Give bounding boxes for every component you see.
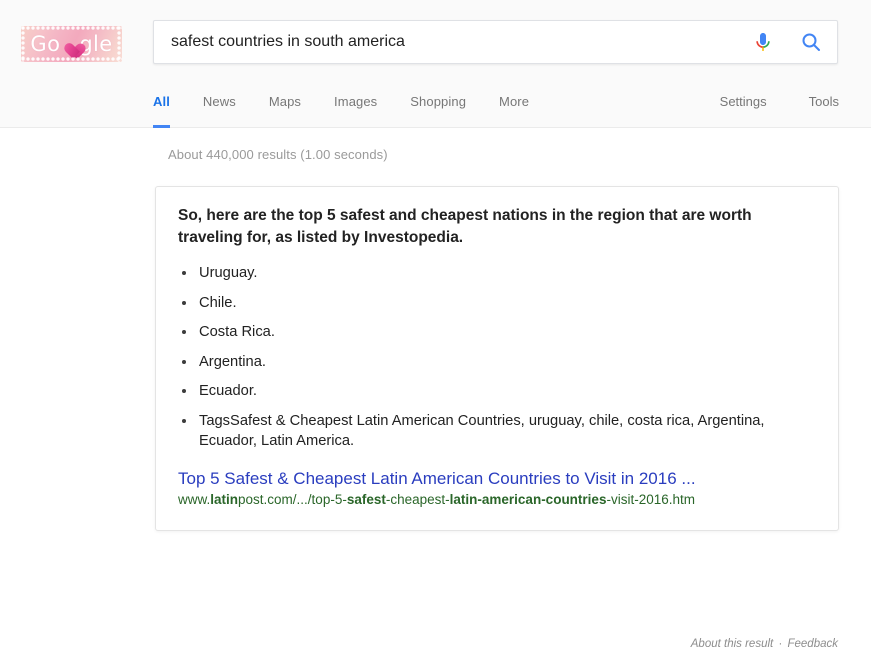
- tab-images[interactable]: Images: [334, 86, 377, 120]
- url-keyword: latin: [210, 492, 239, 508]
- tab-more-label: More: [499, 94, 530, 109]
- snippet-heading: So, here are the top 5 safest and cheape…: [178, 207, 752, 246]
- search-header: Go gle All: [0, 0, 871, 128]
- tab-maps-label: Maps: [268, 94, 302, 109]
- search-icon[interactable]: [799, 30, 823, 54]
- search-tabs: All News Maps Images Shopping More: [153, 86, 562, 128]
- list-item: Uruguay.: [178, 263, 799, 284]
- tab-images-label: Images: [334, 94, 378, 109]
- tab-maps[interactable]: Maps: [269, 86, 301, 120]
- url-segment: -cheapest-: [385, 492, 450, 508]
- result-title-link[interactable]: Top 5 Safest & Cheapest Latin American C…: [178, 468, 816, 490]
- feedback-link[interactable]: Feedback: [787, 638, 838, 650]
- settings-link[interactable]: Settings: [720, 86, 767, 109]
- search-input[interactable]: [154, 21, 751, 63]
- microphone-icon[interactable]: [751, 30, 775, 54]
- google-doodle-logo[interactable]: Go gle: [21, 26, 122, 62]
- url-segment: -visit-2016.htm: [606, 492, 695, 508]
- tab-shopping-label: Shopping: [410, 94, 467, 109]
- tab-news-label: News: [202, 94, 236, 109]
- heart-icon: [60, 36, 79, 54]
- tab-shopping[interactable]: Shopping: [410, 86, 466, 120]
- url-segment: post.com/.../top-5-: [238, 492, 347, 508]
- result-stats: About 440,000 results (1.00 seconds): [168, 147, 388, 162]
- url-keyword: latin-american-countries: [449, 492, 607, 508]
- list-item: Ecuador.: [178, 381, 799, 402]
- tab-more[interactable]: More: [499, 86, 529, 120]
- tab-news[interactable]: News: [203, 86, 236, 120]
- tab-all-label: All: [153, 94, 170, 109]
- doodle-letters-after: gle: [79, 31, 113, 56]
- result-footer: About this result · Feedback: [691, 638, 838, 650]
- url-segment: www.: [178, 492, 211, 508]
- search-box-icons: [751, 30, 837, 54]
- tools-link[interactable]: Tools: [809, 86, 839, 109]
- header-tools-group: Settings Tools: [720, 86, 839, 120]
- featured-snippet-card: So, here are the top 5 safest and cheape…: [155, 186, 839, 532]
- about-this-result-link[interactable]: About this result: [691, 638, 773, 650]
- search-box[interactable]: [153, 20, 838, 64]
- footer-separator: ·: [778, 638, 783, 650]
- list-item: Costa Rica.: [178, 322, 799, 343]
- tab-all[interactable]: All: [153, 86, 170, 128]
- result-url[interactable]: www.latinpost.com/.../top-5-safest-cheap…: [178, 491, 816, 510]
- list-item: TagsSafest & Cheapest Latin American Cou…: [178, 411, 799, 452]
- doodle-letters-before: Go: [30, 31, 61, 56]
- snippet-list: Uruguay. Chile. Costa Rica. Argentina. E…: [178, 263, 816, 452]
- list-item: Chile.: [178, 293, 799, 314]
- doodle-wordmark: Go gle: [21, 26, 122, 62]
- url-keyword: safest: [346, 492, 386, 508]
- list-item: Argentina.: [178, 352, 799, 373]
